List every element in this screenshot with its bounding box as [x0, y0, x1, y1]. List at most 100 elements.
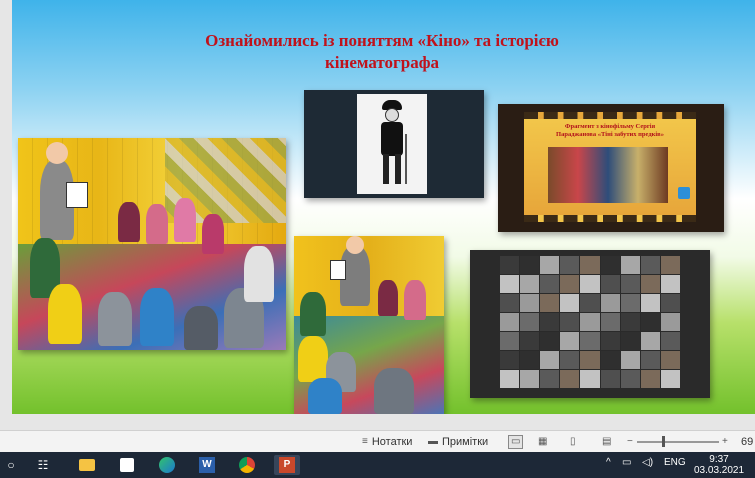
actor-portrait: [620, 313, 640, 331]
actor-portrait: [600, 275, 620, 293]
word-button[interactable]: W: [196, 455, 218, 475]
chevron-up-icon[interactable]: ^: [606, 457, 611, 468]
actor-portrait: [620, 275, 640, 293]
teacher-head: [346, 236, 364, 254]
play-icon[interactable]: [678, 187, 690, 199]
child-figure: [146, 204, 168, 244]
actor-portrait: [540, 370, 560, 388]
chrome-icon: [239, 457, 255, 473]
normal-view-icon: ▭: [511, 436, 521, 447]
actor-portrait: [620, 294, 640, 312]
notes-button[interactable]: ≡ Нотатки: [362, 435, 412, 449]
actor-portrait: [660, 294, 680, 312]
actor-portrait: [620, 351, 640, 369]
actor-portrait: [580, 332, 600, 350]
photo-children-group[interactable]: [294, 236, 444, 414]
folder-icon: [79, 459, 95, 471]
slide[interactable]: Ознайомились із поняттям «Кіно» та істор…: [12, 0, 755, 414]
zoom-slider[interactable]: [637, 441, 719, 443]
actor-portrait: [660, 332, 680, 350]
slide-title-line-2: кінематографа: [325, 53, 439, 72]
actor-portrait: [560, 313, 580, 331]
actor-portrait: [500, 294, 520, 312]
store-icon: [120, 458, 134, 472]
child-figure: [244, 246, 274, 302]
actor-portrait: [580, 256, 600, 274]
minus-icon: −: [627, 436, 633, 447]
comments-label: Примітки: [442, 436, 489, 448]
actor-portrait: [520, 256, 540, 274]
comments-button[interactable]: ▬ Примітки: [428, 435, 488, 449]
chaplin-card: [66, 182, 88, 208]
reading-view-button[interactable]: ▯: [570, 435, 576, 449]
actor-portrait: [580, 294, 600, 312]
slide-viewport: Ознайомились із поняттям «Кіно» та істор…: [0, 0, 755, 430]
slide-title: Ознайомились із поняттям «Кіно» та істор…: [132, 30, 632, 74]
status-bar: ≡ Нотатки ▬ Примітки ▭ ▦ ▯ ▤ − + 69: [0, 430, 755, 452]
actor-portrait: [540, 332, 560, 350]
slide-sorter-icon: ▦: [538, 436, 548, 447]
actor-portrait: [620, 370, 640, 388]
actor-portrait: [580, 275, 600, 293]
zoom-slider-thumb[interactable]: [662, 436, 665, 447]
zoom-out-button[interactable]: −: [627, 435, 633, 449]
film-fragment-title-line-2: Параджанова «Тіні забутих предків»: [556, 131, 664, 138]
powerpoint-button[interactable]: P: [274, 455, 300, 475]
child-figure: [48, 284, 82, 344]
normal-view-button[interactable]: ▭: [508, 435, 524, 449]
actor-portrait: [500, 313, 520, 331]
task-view-button[interactable]: ☷: [32, 455, 54, 475]
child-figure: [378, 280, 398, 316]
actor-portrait: [520, 370, 540, 388]
chaplin-body: [381, 122, 403, 156]
actor-portrait: [600, 313, 620, 331]
photo-children-circle[interactable]: [18, 138, 286, 350]
search-button[interactable]: ○: [0, 455, 22, 475]
zoom-in-button[interactable]: +: [722, 435, 728, 449]
chaplin-leg: [383, 154, 389, 184]
chaplin-head: [385, 108, 399, 122]
clock[interactable]: 9:37 03.03.2021: [694, 454, 744, 476]
language-indicator[interactable]: ENG: [664, 457, 686, 468]
photo-actors-collage[interactable]: [470, 250, 710, 398]
teacher-head: [46, 142, 68, 164]
actor-portrait: [640, 256, 660, 274]
actor-portrait: [540, 313, 560, 331]
reading-view-icon: ▯: [570, 436, 576, 447]
child-figure: [298, 336, 328, 382]
child-figure: [374, 368, 414, 414]
chrome-button[interactable]: [236, 455, 258, 475]
notes-icon: ≡: [362, 436, 368, 447]
store-button[interactable]: [116, 455, 138, 475]
clock-time: 9:37: [709, 454, 729, 465]
photo-chaplin-screen[interactable]: [304, 90, 484, 198]
search-icon: ○: [7, 458, 15, 472]
actor-portrait: [500, 256, 520, 274]
slideshow-button[interactable]: ▤: [602, 435, 611, 449]
zoom-value: 69: [741, 436, 754, 448]
actor-portrait: [640, 313, 660, 331]
chaplin-cane: [405, 134, 407, 184]
actor-portrait: [580, 351, 600, 369]
volume-icon[interactable]: ◁): [642, 457, 653, 468]
actor-portrait: [540, 351, 560, 369]
battery-icon[interactable]: ▭: [622, 457, 631, 468]
edge-button[interactable]: [156, 455, 178, 475]
taskbar: ○ ☷ W P ^ ▭ ◁) ENG 9:37 03.03.2021: [0, 452, 755, 478]
zoom-level[interactable]: 69: [741, 435, 753, 449]
film-fragment-title: Фрагмент з кінофільму Сергія Параджанова…: [528, 123, 692, 139]
actor-portrait: [540, 294, 560, 312]
actor-portrait: [580, 370, 600, 388]
child-figure: [140, 288, 174, 346]
file-explorer-button[interactable]: [76, 455, 98, 475]
actor-portrait: [600, 332, 620, 350]
actor-portrait: [560, 332, 580, 350]
slide-sorter-button[interactable]: ▦: [538, 435, 547, 449]
actor-portrait: [660, 275, 680, 293]
actor-portrait: [600, 256, 620, 274]
powerpoint-icon: P: [279, 457, 295, 473]
chaplin-leg: [395, 154, 401, 184]
actor-portrait: [580, 313, 600, 331]
photo-film-fragment[interactable]: Фрагмент з кінофільму Сергія Параджанова…: [498, 104, 724, 232]
child-figure: [300, 292, 326, 336]
